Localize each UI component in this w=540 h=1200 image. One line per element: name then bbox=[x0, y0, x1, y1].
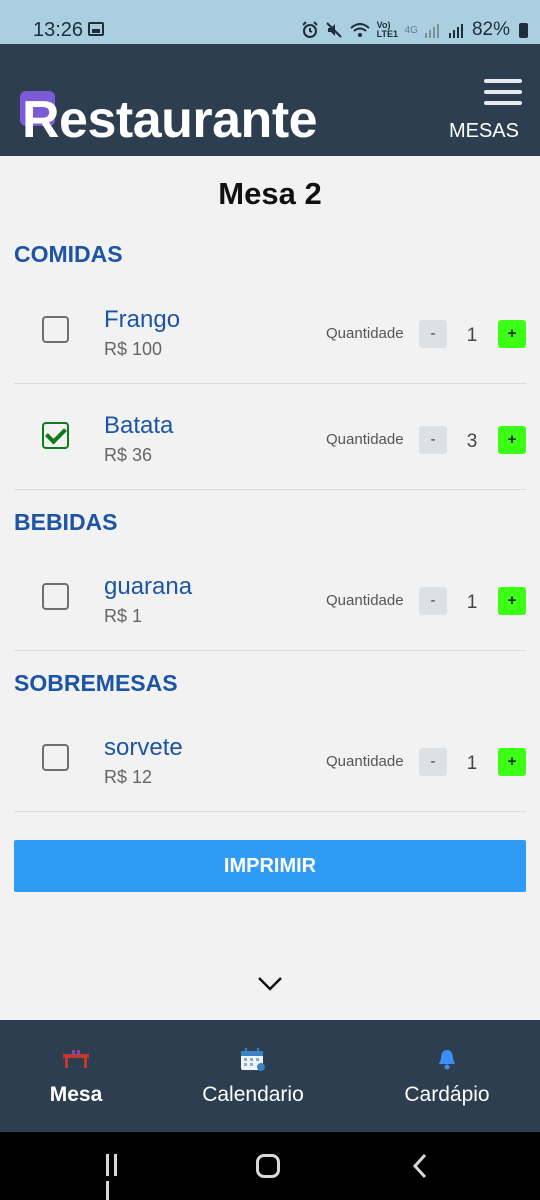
hamburger-menu-icon[interactable] bbox=[484, 79, 522, 105]
item-name: Batata bbox=[104, 412, 174, 439]
item-price: R$ 36 bbox=[104, 445, 153, 465]
tab-label: Calendario bbox=[202, 1083, 304, 1106]
section-title-bebidas: BEBIDAS bbox=[14, 509, 118, 535]
item-price: R$ 12 bbox=[104, 767, 153, 787]
nav-link-mesas[interactable]: MESAS bbox=[449, 120, 519, 143]
item-checkbox[interactable] bbox=[42, 316, 69, 343]
decrease-quantity-button[interactable]: - bbox=[419, 320, 447, 348]
quantity-label: Quantidade bbox=[326, 431, 404, 448]
item-price: R$ 1 bbox=[104, 606, 143, 626]
home-icon[interactable] bbox=[256, 1154, 280, 1178]
bell-icon bbox=[439, 1050, 455, 1070]
list-item: Batata R$ 36 Quantidade - 3 + bbox=[14, 384, 526, 490]
quantity-label: Quantidade bbox=[326, 325, 404, 342]
volte-label: Vo) LTE1 bbox=[376, 20, 398, 39]
tab-label: Mesa bbox=[49, 1083, 103, 1106]
gallery-notification-icon bbox=[88, 22, 104, 36]
list-item: Frango R$ 100 Quantidade - 1 + bbox=[14, 278, 526, 384]
page-title: Mesa 2 bbox=[218, 176, 322, 211]
increase-quantity-button[interactable]: + bbox=[498, 426, 526, 454]
system-navigation-bar bbox=[0, 1132, 540, 1200]
bottom-tab-bar: Mesa Calendario Cardápio bbox=[0, 1020, 540, 1132]
item-price: R$ 100 bbox=[104, 339, 163, 359]
tab-cardapio[interactable]: Cardápio bbox=[354, 1020, 540, 1132]
tab-mesa[interactable]: Mesa bbox=[0, 1020, 152, 1132]
list-item: sorvete R$ 12 Quantidade - 1 + bbox=[14, 706, 526, 812]
section-title-sobremesas: SOBREMESAS bbox=[14, 670, 178, 696]
quantity-value: 1 bbox=[466, 753, 478, 774]
tab-label: Cardápio bbox=[404, 1083, 490, 1106]
quantity-value: 3 bbox=[466, 431, 478, 452]
status-bar: 13:26 Vo) LTE1 4G 82% bbox=[0, 0, 540, 44]
quantity-label: Quantidade bbox=[326, 592, 404, 609]
decrease-quantity-button[interactable]: - bbox=[419, 748, 447, 776]
quantity-label: Quantidade bbox=[326, 753, 404, 770]
status-time: 13:26 bbox=[33, 19, 84, 41]
status-icons: Vo) LTE1 4G 82% bbox=[301, 19, 528, 41]
item-name: sorvete bbox=[104, 734, 183, 761]
tab-calendario[interactable]: Calendario bbox=[152, 1020, 354, 1132]
quantity-value: 1 bbox=[466, 592, 478, 613]
section-title-comidas: COMIDAS bbox=[14, 241, 123, 267]
table-icon bbox=[63, 1050, 89, 1068]
quantity-value: 1 bbox=[466, 325, 478, 346]
item-checkbox[interactable] bbox=[42, 744, 69, 771]
increase-quantity-button[interactable]: + bbox=[498, 748, 526, 776]
battery-percent: 82% bbox=[471, 19, 510, 40]
chevron-down-icon[interactable] bbox=[258, 972, 282, 996]
item-checkbox-checked[interactable] bbox=[42, 422, 69, 449]
signal-4g-label: 4G bbox=[404, 24, 418, 36]
app-header: Restaurante MESAS bbox=[0, 44, 540, 156]
alarm-icon bbox=[301, 21, 318, 38]
decrease-quantity-button[interactable]: - bbox=[419, 426, 447, 454]
decrease-quantity-button[interactable]: - bbox=[419, 587, 447, 615]
back-icon[interactable] bbox=[410, 1152, 430, 1180]
list-item: guarana R$ 1 Quantidade - 1 + bbox=[14, 545, 526, 651]
print-button[interactable]: IMPRIMIR bbox=[14, 840, 526, 892]
increase-quantity-button[interactable]: + bbox=[498, 320, 526, 348]
item-name: Frango bbox=[104, 306, 181, 333]
signal-bars-icon bbox=[424, 24, 439, 38]
signal-bars-icon-2 bbox=[448, 24, 463, 38]
item-checkbox[interactable] bbox=[42, 583, 69, 610]
app-title: Restaurante bbox=[22, 91, 318, 149]
increase-quantity-button[interactable]: + bbox=[498, 587, 526, 615]
item-name: guarana bbox=[104, 573, 193, 600]
mute-icon bbox=[325, 22, 342, 38]
calendar-icon bbox=[241, 1048, 265, 1071]
recent-apps-icon[interactable] bbox=[106, 1154, 128, 1200]
battery-icon bbox=[519, 22, 528, 38]
wifi-icon bbox=[349, 23, 370, 37]
